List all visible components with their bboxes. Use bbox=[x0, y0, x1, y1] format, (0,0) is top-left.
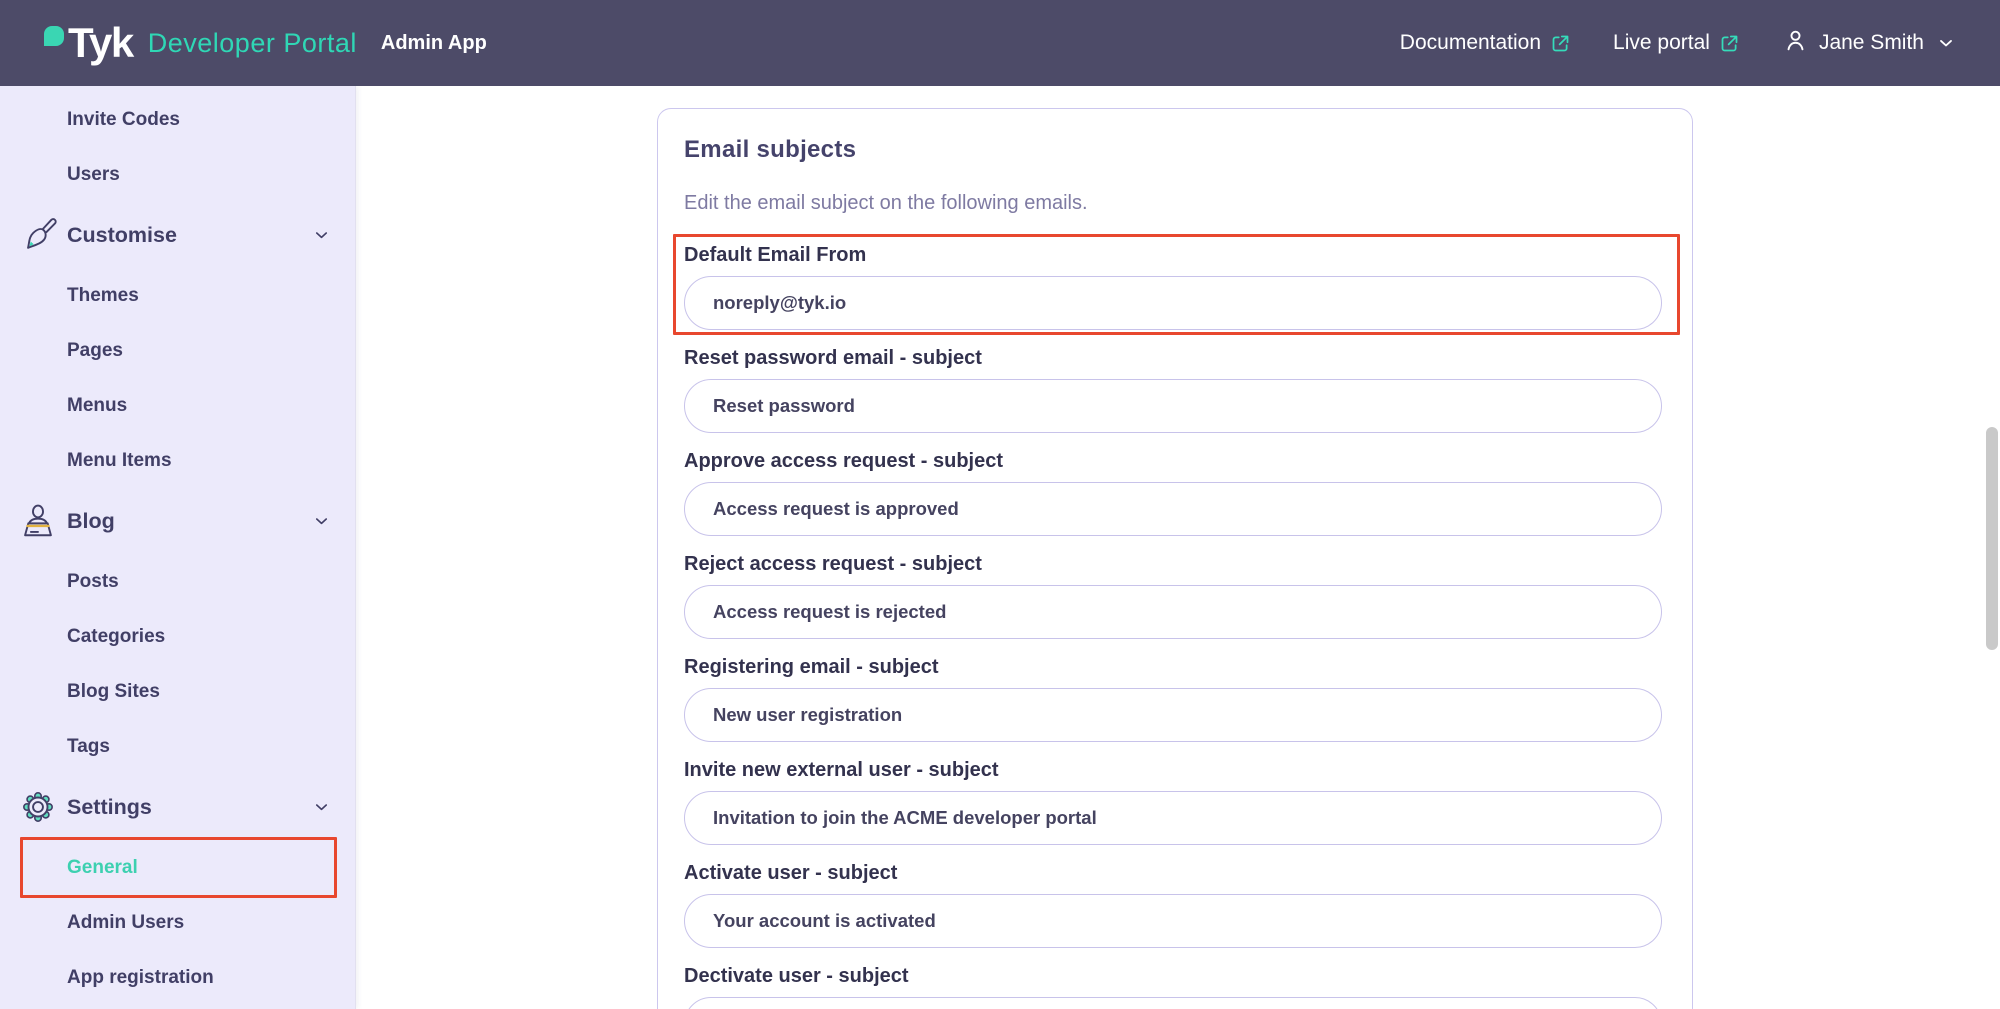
field-label: Invite new external user - subject bbox=[684, 757, 1662, 783]
field-label: Reject access request - subject bbox=[684, 551, 1662, 577]
sidebar-item-admin-users[interactable]: Admin Users bbox=[0, 895, 355, 950]
main-content: Email subjects Edit the email subject on… bbox=[356, 86, 2000, 1009]
chevron-down-icon bbox=[312, 512, 331, 531]
invite-external-user-subject-input[interactable] bbox=[684, 791, 1662, 845]
chevron-down-icon bbox=[1936, 33, 1956, 53]
sidebar-item-posts[interactable]: Posts bbox=[0, 554, 355, 609]
sidebar-item-categories[interactable]: Categories bbox=[0, 609, 355, 664]
blog-writer-icon bbox=[19, 504, 57, 539]
admin-portal-window: Tyk Developer Portal Admin App Documenta… bbox=[0, 0, 2000, 1009]
header-nav: Documentation Live portal bbox=[1400, 27, 1956, 60]
sidebar-item-invite-codes[interactable]: Invite Codes bbox=[0, 92, 355, 147]
field-label: Dectivate user - subject bbox=[684, 963, 1662, 989]
tyk-logo[interactable]: Tyk Developer Portal bbox=[44, 16, 357, 70]
activate-user-subject-input[interactable] bbox=[684, 894, 1662, 948]
reject-access-subject-input[interactable] bbox=[684, 585, 1662, 639]
external-link-icon bbox=[1550, 33, 1571, 54]
reset-password-subject-input[interactable] bbox=[684, 379, 1662, 433]
field-reset-password-subject: Reset password email - subject bbox=[684, 345, 1662, 433]
field-approve-access-subject: Approve access request - subject bbox=[684, 448, 1662, 536]
card-title: Email subjects bbox=[684, 135, 1662, 165]
tyk-leaf-icon bbox=[44, 26, 64, 46]
user-icon bbox=[1782, 27, 1809, 60]
field-default-email-from: Default Email From bbox=[684, 242, 1662, 330]
sidebar-item-menus[interactable]: Menus bbox=[0, 378, 355, 433]
field-label: Reset password email - subject bbox=[684, 345, 1662, 371]
gear-icon bbox=[19, 788, 57, 826]
field-registering-email-subject: Registering email - subject bbox=[684, 654, 1662, 742]
header-brand-group: Tyk Developer Portal Admin App bbox=[44, 16, 487, 70]
approve-access-subject-input[interactable] bbox=[684, 482, 1662, 536]
field-invite-external-user-subject: Invite new external user - subject bbox=[684, 757, 1662, 845]
field-label: Default Email From bbox=[684, 242, 1662, 268]
chevron-down-icon bbox=[312, 798, 331, 817]
sidebar-section-customise[interactable]: Customise bbox=[0, 202, 355, 268]
live-portal-link[interactable]: Live portal bbox=[1613, 31, 1740, 55]
sidebar-item-pages[interactable]: Pages bbox=[0, 323, 355, 378]
field-label: Registering email - subject bbox=[684, 654, 1662, 680]
deactivate-user-subject-input[interactable] bbox=[684, 997, 1662, 1009]
sidebar-item-tags[interactable]: Tags bbox=[0, 719, 355, 774]
sidebar-item-users[interactable]: Users bbox=[0, 147, 355, 202]
sidebar-item-blog-sites[interactable]: Blog Sites bbox=[0, 664, 355, 719]
registering-email-subject-input[interactable] bbox=[684, 688, 1662, 742]
top-header-bar: Tyk Developer Portal Admin App Documenta… bbox=[0, 0, 2000, 86]
live-portal-link-label: Live portal bbox=[1613, 31, 1710, 55]
email-subjects-card: Email subjects Edit the email subject on… bbox=[657, 108, 1693, 1009]
sidebar-section-settings[interactable]: Settings bbox=[0, 774, 355, 840]
admin-app-label: Admin App bbox=[381, 16, 487, 70]
documentation-link-label: Documentation bbox=[1400, 31, 1541, 55]
sidebar-nav: Invite Codes Users Customise Themes Page… bbox=[0, 86, 356, 1009]
documentation-link[interactable]: Documentation bbox=[1400, 31, 1571, 55]
field-label: Activate user - subject bbox=[684, 860, 1662, 886]
external-link-icon bbox=[1719, 33, 1740, 54]
sidebar-section-blog[interactable]: Blog bbox=[0, 488, 355, 554]
chevron-down-icon bbox=[312, 226, 331, 245]
default-email-from-input[interactable] bbox=[684, 276, 1662, 330]
vertical-scrollbar-thumb[interactable] bbox=[1986, 427, 1998, 650]
email-subject-fields: Default Email From Reset password email … bbox=[684, 242, 1662, 1009]
field-label: Approve access request - subject bbox=[684, 448, 1662, 474]
sidebar-item-app-registration[interactable]: App registration bbox=[0, 950, 355, 1005]
tyk-wordmark: Tyk bbox=[68, 16, 133, 70]
sidebar-item-menu-items[interactable]: Menu Items bbox=[0, 433, 355, 488]
field-activate-user-subject: Activate user - subject bbox=[684, 860, 1662, 948]
field-deactivate-user-subject: Dectivate user - subject bbox=[684, 963, 1662, 1009]
user-menu[interactable]: Jane Smith bbox=[1782, 27, 1956, 60]
field-reject-access-subject: Reject access request - subject bbox=[684, 551, 1662, 639]
developer-portal-wordmark: Developer Portal bbox=[148, 16, 357, 70]
user-name: Jane Smith bbox=[1819, 31, 1924, 55]
paintbrush-icon bbox=[19, 216, 57, 254]
sidebar-item-general[interactable]: General bbox=[0, 840, 355, 895]
sidebar-item-themes[interactable]: Themes bbox=[0, 268, 355, 323]
card-subtitle: Edit the email subject on the following … bbox=[684, 190, 1662, 216]
